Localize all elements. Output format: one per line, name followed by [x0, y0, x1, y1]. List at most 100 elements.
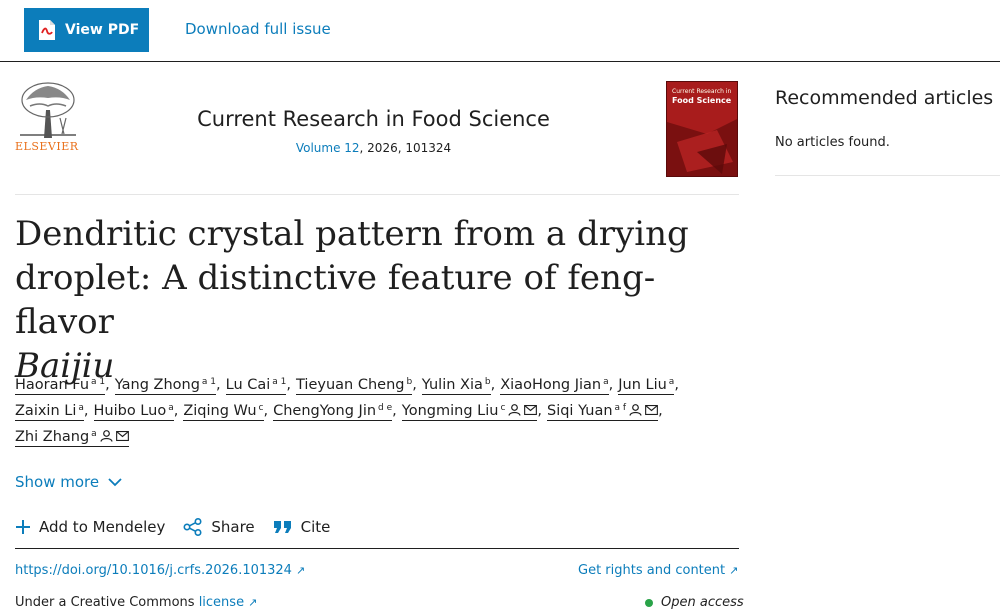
article-title-main: Dendritic crystal pattern from a drying … [15, 214, 689, 342]
author-link[interactable]: Siqi Yuan a f [547, 400, 659, 421]
rights-text: Get rights and content [578, 563, 726, 578]
author-name: Zhi Zhang [15, 429, 90, 445]
author-link[interactable]: Ziqing Wu c [183, 400, 264, 421]
header-divider [15, 194, 739, 195]
add-to-mendeley-button[interactable]: Add to Mendeley [15, 518, 165, 536]
plus-icon [16, 520, 30, 534]
share-label: Share [211, 518, 255, 536]
author-link[interactable]: XiaoHong Jian a [500, 374, 609, 395]
author-separator: , [490, 377, 496, 393]
author-link[interactable]: Lu Cai a 1 [225, 374, 287, 395]
license-statement: Under a Creative Commons license ↗ [15, 595, 257, 610]
journal-cover-image[interactable]: Current Research in Food Science [666, 81, 738, 177]
author-link[interactable]: ChengYong Jin d e [273, 400, 393, 421]
show-more-button[interactable]: Show more [15, 473, 122, 491]
get-rights-link[interactable]: Get rights and content ↗ [578, 563, 738, 578]
author-affiliation: d e [378, 403, 393, 413]
elsevier-wordmark: ELSEVIER [15, 140, 79, 153]
view-pdf-button[interactable]: View PDF [24, 8, 149, 52]
open-access-dot-icon [645, 598, 653, 607]
add-to-mendeley-label: Add to Mendeley [39, 518, 166, 536]
author-separator: , [392, 403, 397, 419]
author-affiliation: a [91, 429, 97, 439]
external-arrow-icon: ↗ [295, 564, 306, 577]
cite-label: Cite [300, 518, 331, 536]
author-affiliation: c [500, 403, 506, 413]
author-name: Ziqing Wu [183, 403, 257, 419]
author-affiliation: a 1 [201, 377, 217, 387]
author-name: Lu Cai [225, 377, 271, 393]
article-title: Dendritic crystal pattern from a drying … [15, 212, 735, 388]
chevron-down-icon [108, 477, 122, 486]
author-affiliation: a 1 [91, 377, 106, 387]
mail-icon [524, 404, 538, 416]
author-affiliation: a [168, 403, 174, 413]
open-access-badge: Open access [645, 595, 744, 610]
author-affiliation: a [603, 377, 609, 387]
volume-link[interactable]: Volume 12 [296, 141, 360, 155]
author-separator: , [286, 377, 292, 393]
share-icon [183, 518, 202, 536]
view-pdf-label: View PDF [65, 22, 140, 38]
cover-header-text: Current Research in [672, 88, 732, 95]
doi-link[interactable]: https://doi.org/10.1016/j.crfs.2026.1013… [15, 563, 305, 578]
author-name: Yang Zhong [114, 377, 200, 393]
author-separator: , [537, 403, 542, 419]
author-list: Haoran Fu a 1, Yang Zhong a 1, Lu Cai a 1, Tie… [15, 372, 740, 450]
author-link[interactable]: Huibo Luo a [93, 400, 174, 421]
person-icon [100, 430, 113, 442]
external-arrow-icon: ↗ [729, 564, 739, 577]
author-link[interactable]: Zaixin Li a [15, 400, 84, 421]
recommended-empty-message: No articles found. [775, 135, 890, 150]
person-icon [508, 404, 521, 416]
author-link[interactable]: Yang Zhong a 1 [114, 374, 217, 395]
author-separator: , [105, 377, 110, 393]
author-link[interactable]: Yulin Xia b [421, 374, 491, 395]
cover-journal-name: Food Science [672, 96, 732, 105]
journal-title-link[interactable]: Current Research in Food Science [160, 107, 587, 131]
recommended-articles-heading: Recommended articles [775, 87, 994, 109]
cite-button[interactable]: Cite [273, 518, 331, 536]
download-full-issue-link[interactable]: Download full issue [185, 20, 331, 38]
author-name: Zaixin Li [15, 403, 77, 419]
license-link[interactable]: license ↗ [199, 595, 258, 610]
sidebar-divider [775, 175, 1000, 176]
person-icon [629, 404, 642, 416]
top-toolbar: View PDF Download full issue [0, 0, 1000, 62]
author-separator: , [173, 403, 179, 419]
author-link[interactable]: Tieyuan Cheng b [296, 374, 413, 395]
author-name: Huibo Luo [93, 403, 167, 419]
license-prefix: Under a Creative Commons [15, 595, 195, 610]
article-actions: Add to Mendeley Share Cite [15, 515, 348, 539]
author-affiliation: a 1 [272, 377, 287, 387]
author-name: Yulin Xia [421, 377, 483, 393]
author-link[interactable]: Yongming Liu c [401, 400, 538, 421]
doi-text: https://doi.org/10.1016/j.crfs.2026.1013… [15, 563, 292, 578]
author-link[interactable]: Haoran Fu a 1 [15, 374, 106, 395]
author-separator: , [83, 403, 89, 419]
author-affiliation: c [258, 403, 264, 413]
author-name: Haoran Fu [15, 377, 90, 393]
external-arrow-icon: ↗ [248, 596, 258, 609]
mail-icon [645, 404, 659, 416]
pdf-icon [38, 19, 56, 41]
author-separator: , [412, 377, 417, 393]
author-affiliation: a f [614, 403, 627, 413]
open-access-label: Open access [661, 595, 744, 610]
author-link[interactable]: Zhi Zhang a [15, 426, 129, 447]
author-name: Tieyuan Cheng [296, 377, 405, 393]
author-name: Siqi Yuan [547, 403, 613, 419]
author-name: Yongming Liu [401, 403, 499, 419]
share-button[interactable]: Share [183, 518, 255, 536]
author-separator: , [674, 377, 679, 393]
mail-icon [115, 430, 129, 442]
author-name: XiaoHong Jian [500, 377, 602, 393]
author-separator: , [263, 403, 269, 419]
author-link[interactable]: Jun Liu a [618, 374, 675, 395]
quote-icon [273, 521, 291, 533]
volume-details: , 2026, 101324 [359, 141, 452, 155]
journal-volume-info: Volume 12, 2026, 101324 [160, 141, 587, 155]
author-separator: , [216, 377, 221, 393]
author-separator: , [608, 377, 614, 393]
actions-divider [15, 548, 739, 549]
